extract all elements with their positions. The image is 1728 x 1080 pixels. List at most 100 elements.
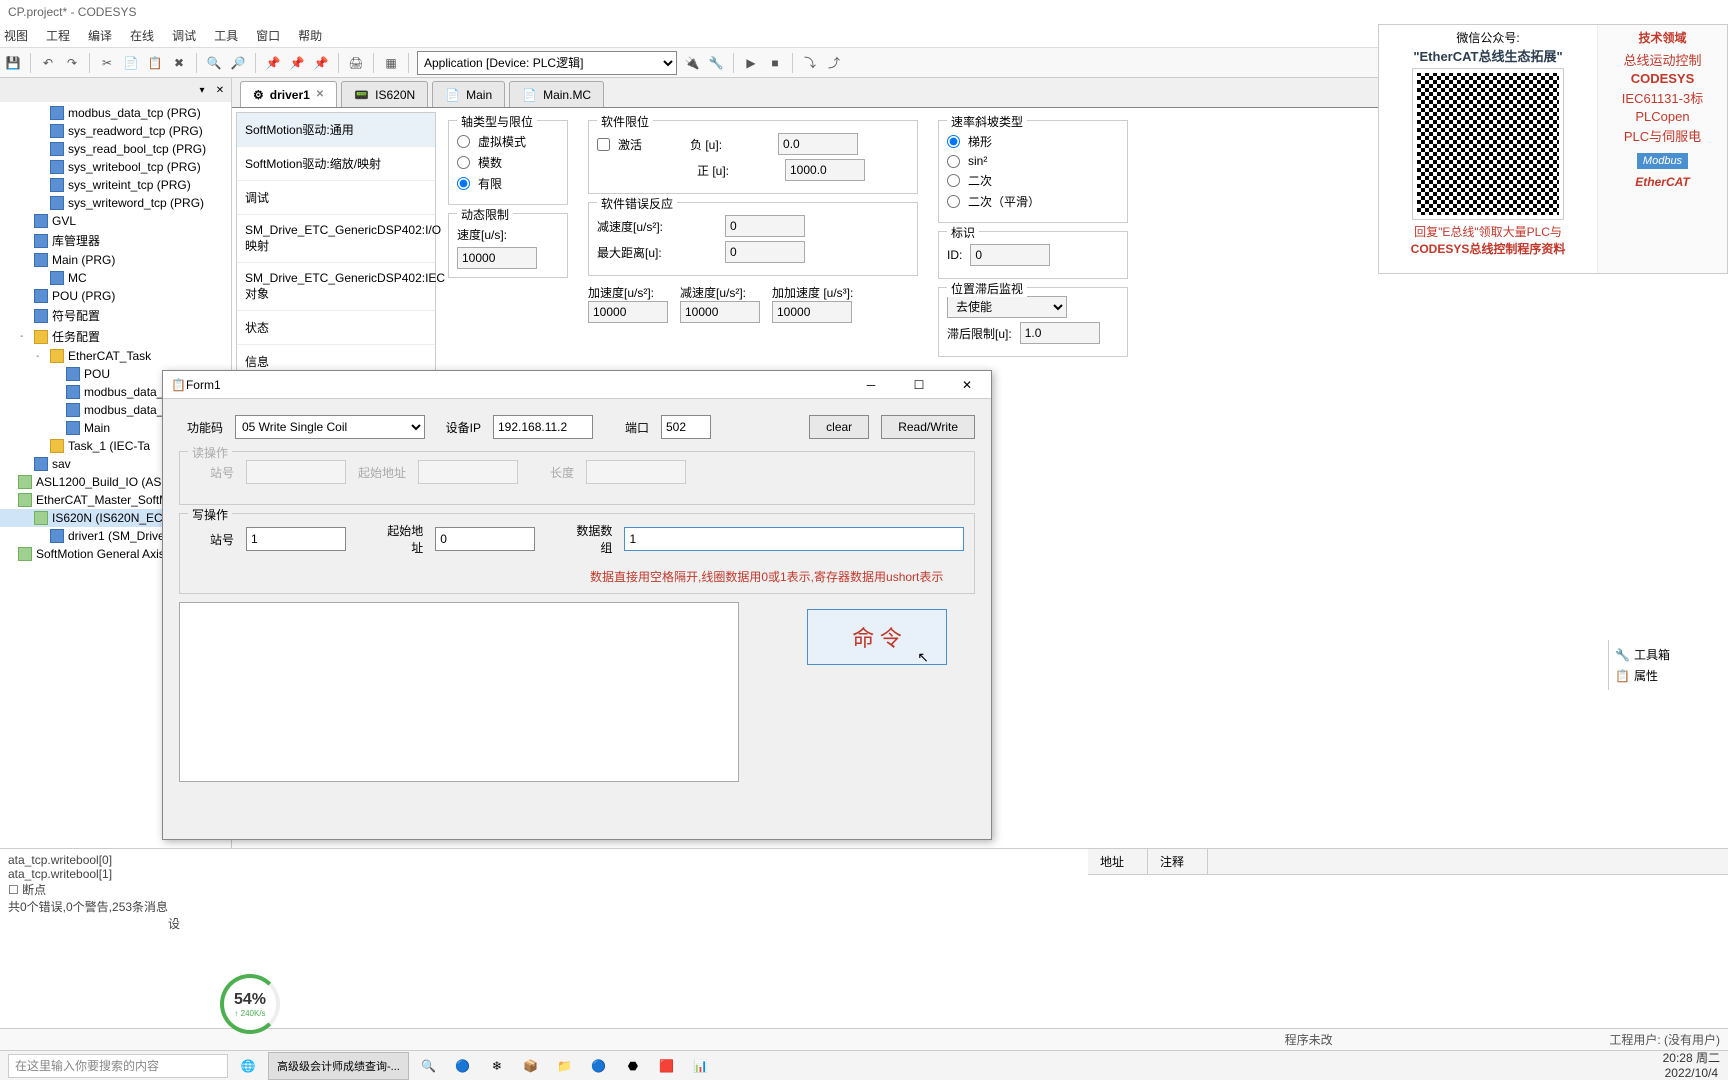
col-addr[interactable]: 地址	[1088, 849, 1148, 874]
axis-modulo-radio[interactable]	[457, 156, 470, 169]
menu-build[interactable]: 编译	[88, 27, 112, 44]
app6-icon[interactable]: 🟥	[653, 1052, 681, 1080]
dec-input[interactable]	[680, 301, 760, 323]
velocity-input[interactable]	[457, 247, 537, 269]
props-tab[interactable]: 属性	[1634, 667, 1658, 684]
config-nav-item[interactable]: SM_Drive_ETC_GenericDSP402:IEC对象	[237, 263, 435, 311]
app4-icon[interactable]: 📁	[551, 1052, 579, 1080]
tab-is620n[interactable]: 📟 IS620N	[341, 81, 428, 107]
tree-item[interactable]: sys_writebool_tcp (PRG)	[0, 158, 231, 176]
neg-limit-input[interactable]	[778, 133, 858, 155]
find-icon[interactable]: 🔍	[205, 54, 223, 72]
run-icon[interactable]: ▶	[742, 54, 760, 72]
tree-item[interactable]: -EtherCAT_Task	[0, 347, 231, 365]
acc-input[interactable]	[588, 301, 668, 323]
tab-main[interactable]: 📄 Main	[432, 81, 505, 107]
sw-limit-activate-check[interactable]	[597, 138, 610, 151]
tree-item[interactable]: modbus_data_tcp (PRG)	[0, 104, 231, 122]
maximize-icon[interactable]: ☐	[903, 374, 935, 396]
ie-icon[interactable]: 🌐	[234, 1052, 262, 1080]
output-textarea[interactable]	[179, 602, 739, 782]
lag-input[interactable]	[1020, 322, 1100, 344]
undo-icon[interactable]: ↶	[39, 54, 57, 72]
app7-icon[interactable]: 📊	[687, 1052, 715, 1080]
menu-window[interactable]: 窗口	[256, 27, 280, 44]
app3-icon[interactable]: 📦	[517, 1052, 545, 1080]
pin-icon[interactable]: ▾	[195, 83, 209, 97]
step-icon[interactable]: ⤵	[801, 54, 819, 72]
bookmark1-icon[interactable]: 📌	[264, 54, 282, 72]
toolbox-tab[interactable]: 工具箱	[1634, 646, 1670, 663]
tree-item[interactable]: 库管理器	[0, 230, 231, 251]
id-input[interactable]	[970, 244, 1050, 266]
tree-item[interactable]: GVL	[0, 212, 231, 230]
tree-item[interactable]: MC	[0, 269, 231, 287]
replace-icon[interactable]: 🔎	[229, 54, 247, 72]
copy-icon[interactable]: 📄	[122, 54, 140, 72]
taskbar-app[interactable]: 高级级会计师成绩查询-...	[268, 1052, 409, 1080]
taskbar-search[interactable]: 在这里输入你要搜索的内容	[8, 1054, 228, 1078]
clear-button[interactable]: clear	[809, 415, 869, 439]
menu-tools[interactable]: 工具	[214, 27, 238, 44]
taskbar-clock[interactable]: 20:28 周二 2022/10/4	[1663, 1051, 1720, 1080]
app5-icon[interactable]: 🔵	[585, 1052, 613, 1080]
tree-item[interactable]: sys_readword_tcp (PRG)	[0, 122, 231, 140]
config-nav-item[interactable]: SoftMotion驱动:通用	[237, 113, 435, 147]
tab-main-mc[interactable]: 📄 Main.MC	[509, 81, 604, 107]
search-icon[interactable]: 🔍	[415, 1052, 443, 1080]
fn-select[interactable]: 05 Write Single Coil	[235, 415, 425, 439]
ip-input[interactable]	[493, 415, 593, 439]
application-select[interactable]: Application [Device: PLC逻辑]	[417, 51, 677, 75]
paste-icon[interactable]: 📋	[146, 54, 164, 72]
menu-project[interactable]: 工程	[46, 27, 70, 44]
err-dist-input[interactable]	[725, 241, 805, 263]
w-data-input[interactable]	[624, 527, 964, 551]
tree-item[interactable]: sys_writeint_tcp (PRG)	[0, 176, 231, 194]
col-comment[interactable]: 注释	[1148, 849, 1208, 874]
close-icon[interactable]: ✕	[951, 374, 983, 396]
ramp-sin2-radio[interactable]	[947, 155, 960, 168]
ramp-quadsmooth-radio[interactable]	[947, 195, 960, 208]
logout-icon[interactable]: 🔧	[707, 54, 725, 72]
pos-limit-input[interactable]	[785, 159, 865, 181]
bookmark3-icon[interactable]: 📌	[312, 54, 330, 72]
config-nav-item[interactable]: 调试	[237, 181, 435, 215]
config-nav-item[interactable]: SM_Drive_ETC_GenericDSP402:I/O映射	[237, 215, 435, 263]
w-station-input[interactable]	[246, 527, 346, 551]
login-icon[interactable]: 🔌	[683, 54, 701, 72]
save-icon[interactable]: 💾	[4, 54, 22, 72]
bookmark2-icon[interactable]: 📌	[288, 54, 306, 72]
jerk-input[interactable]	[772, 301, 852, 323]
stop-icon[interactable]: ■	[766, 54, 784, 72]
menu-help[interactable]: 帮助	[298, 27, 322, 44]
tree-item[interactable]: sys_read_bool_tcp (PRG)	[0, 140, 231, 158]
menu-debug[interactable]: 调试	[172, 27, 196, 44]
tree-item[interactable]: 符号配置	[0, 305, 231, 326]
poslag-mode-select[interactable]: 去使能	[947, 296, 1067, 318]
edge-icon[interactable]: 🔵	[449, 1052, 477, 1080]
tree-item[interactable]: POU (PRG)	[0, 287, 231, 305]
vs-icon[interactable]: ⬣	[619, 1052, 647, 1080]
menu-view[interactable]: 视图	[4, 27, 28, 44]
delete-icon[interactable]: ✖	[170, 54, 188, 72]
close-panel-icon[interactable]: ✕	[213, 83, 227, 97]
grid-icon[interactable]: ▦	[382, 54, 400, 72]
print-icon[interactable]: 🖨	[347, 54, 365, 72]
stepover-icon[interactable]: ⤴	[825, 54, 843, 72]
tab-driver1[interactable]: ⚙ driver1 ✕	[240, 81, 337, 107]
tree-item[interactable]: -任务配置	[0, 326, 231, 347]
menu-online[interactable]: 在线	[130, 27, 154, 44]
app2-icon[interactable]: ❄	[483, 1052, 511, 1080]
ramp-trap-radio[interactable]	[947, 135, 960, 148]
err-dec-input[interactable]	[725, 215, 805, 237]
readwrite-button[interactable]: Read/Write	[881, 415, 975, 439]
ramp-quad-radio[interactable]	[947, 174, 960, 187]
tree-item[interactable]: Main (PRG)	[0, 251, 231, 269]
redo-icon[interactable]: ↷	[63, 54, 81, 72]
port-input[interactable]	[661, 415, 711, 439]
close-icon[interactable]: ✕	[316, 89, 324, 100]
axis-virtual-radio[interactable]	[457, 135, 470, 148]
cut-icon[interactable]: ✂	[98, 54, 116, 72]
config-nav-item[interactable]: 状态	[237, 311, 435, 345]
config-nav-item[interactable]: SoftMotion驱动:缩放/映射	[237, 147, 435, 181]
